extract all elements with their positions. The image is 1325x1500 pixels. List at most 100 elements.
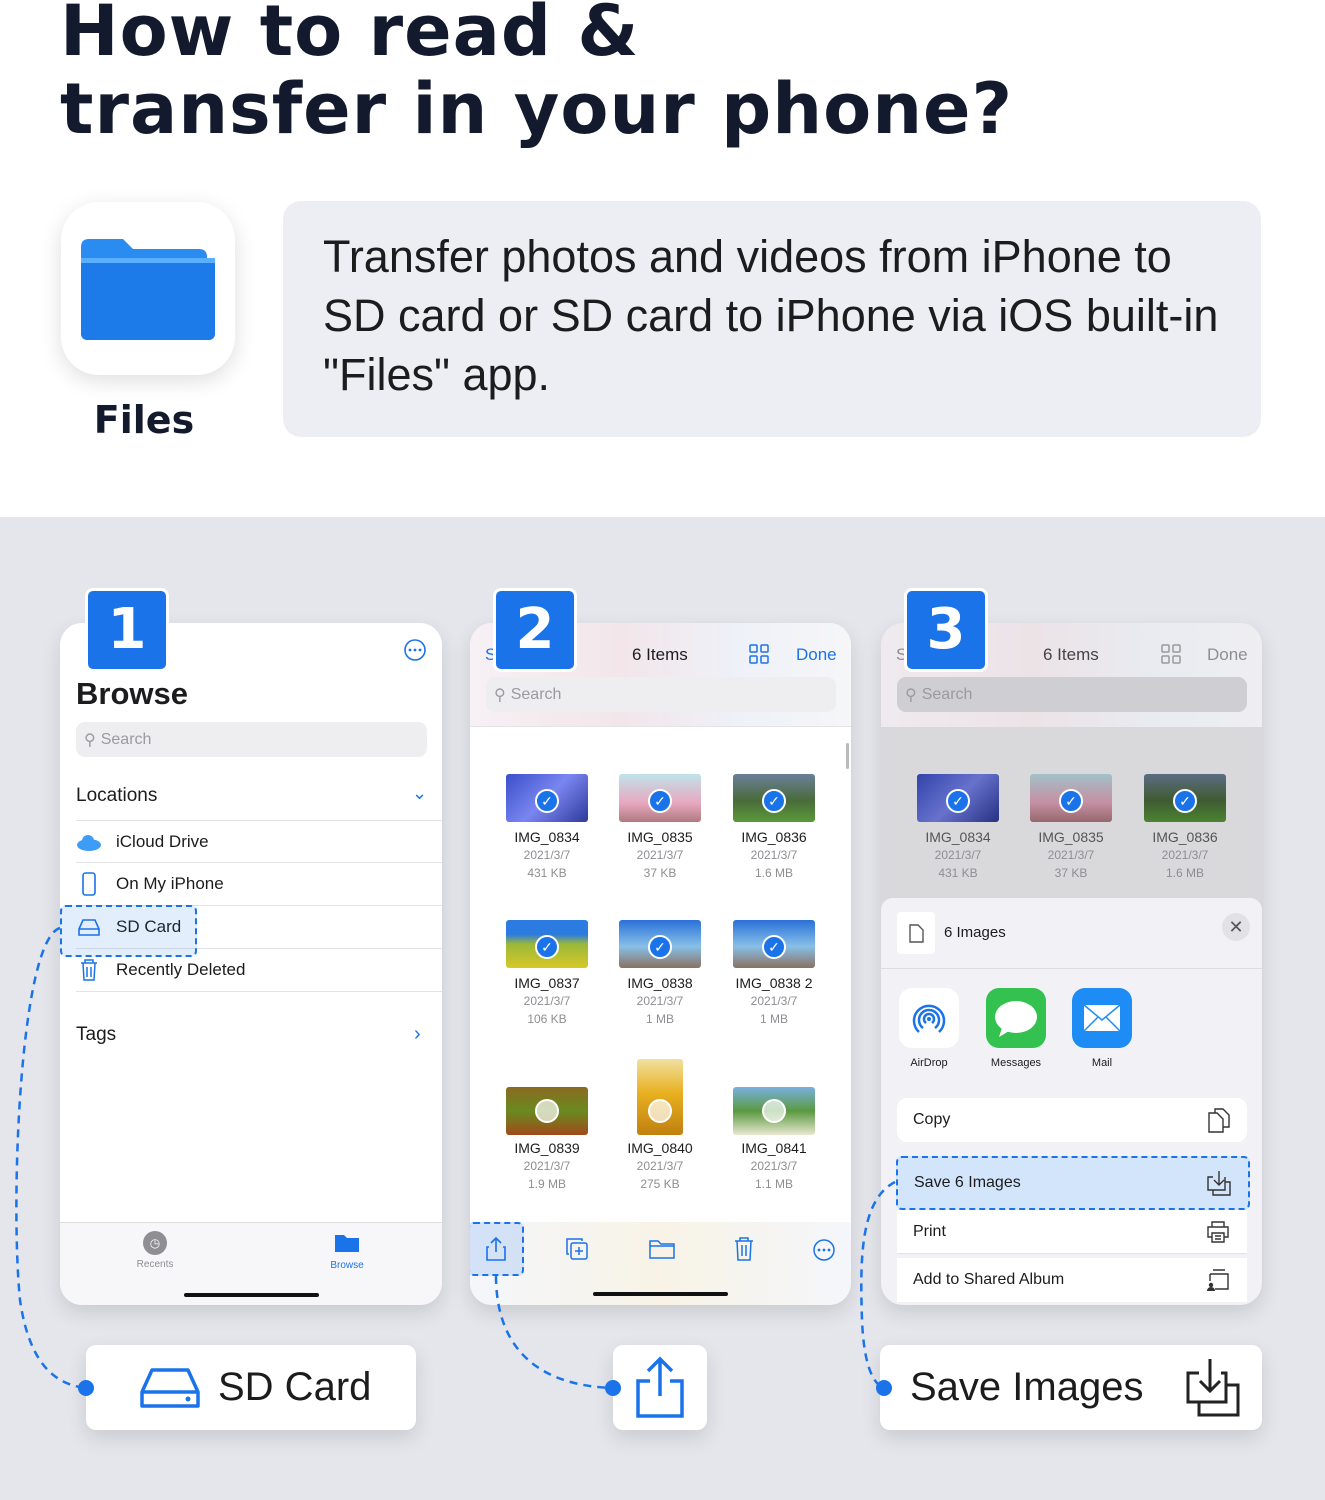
toolbar — [470, 1222, 851, 1305]
checkmark-icon[interactable]: ✓ — [946, 789, 970, 813]
drive-icon — [140, 1367, 200, 1408]
locations-header[interactable]: Locations — [76, 785, 157, 807]
file-name: IMG_0834 — [925, 829, 991, 845]
file-date: 2021/3/7 — [934, 848, 982, 862]
duplicate-icon[interactable] — [565, 1237, 589, 1261]
more-icon[interactable] — [403, 638, 427, 662]
folder-icon — [335, 1235, 359, 1252]
file-size: 1 MB — [645, 1012, 674, 1026]
checkmark-icon[interactable]: ✓ — [762, 789, 786, 813]
chevron-right-icon[interactable]: › — [414, 1023, 421, 1046]
sd-card-highlight — [60, 905, 197, 957]
file-date: 2021/3/7 — [1161, 848, 1209, 862]
step-badge-3: 3 — [904, 588, 988, 672]
file-size: 37 KB — [1054, 866, 1088, 880]
action-save-6-images[interactable]: Save 6 Images — [896, 1156, 1250, 1210]
search-icon: ⚲ — [494, 686, 506, 704]
file-size: 431 KB — [527, 866, 567, 880]
search-icon: ⚲ — [905, 686, 917, 704]
more-icon[interactable] — [812, 1238, 836, 1262]
file-caption: IMG_0835 2021/3/7 37 KB — [605, 828, 715, 882]
file-caption: IMG_0838 2021/3/7 1 MB — [605, 974, 715, 1028]
checkmark-icon[interactable]: ✓ — [1173, 789, 1197, 813]
file-name: IMG_0839 — [514, 1140, 580, 1156]
checkmark-icon[interactable]: ✓ — [535, 789, 559, 813]
document-icon — [897, 912, 935, 954]
selection-circle-icon[interactable] — [762, 1099, 786, 1123]
callout-save-images: Save Images — [880, 1345, 1262, 1430]
tab-bar: ◷ Recents Browse — [60, 1222, 442, 1305]
file-date: 2021/3/7 — [636, 848, 684, 862]
checkmark-icon[interactable]: ✓ — [648, 935, 672, 959]
share-app-messages[interactable]: Messages — [985, 988, 1047, 1069]
items-count: 6 Items — [1043, 645, 1099, 664]
done-button[interactable]: Done — [796, 645, 837, 665]
share-app-mail[interactable]: Mail — [1072, 988, 1132, 1069]
phone-step2: S 6 Items Done ⚲ Search ✓ IMG_0834 2021/3/7… — [470, 623, 851, 1305]
share-app-airdrop[interactable]: AirDrop — [899, 988, 959, 1069]
tags-header[interactable]: Tags — [76, 1024, 116, 1046]
location-on-my-iphone[interactable]: On My iPhone — [76, 863, 442, 906]
action-copy[interactable]: Copy — [897, 1098, 1247, 1142]
action-add-to-shared-album[interactable]: Add to Shared Album — [897, 1258, 1247, 1302]
checkmark-icon[interactable]: ✓ — [1059, 789, 1083, 813]
checkmark-icon[interactable]: ✓ — [762, 935, 786, 959]
file-caption: IMG_0836 2021/3/7 1.6 MB — [1130, 828, 1240, 882]
checkmark-icon[interactable]: ✓ — [648, 789, 672, 813]
file-size: 275 KB — [640, 1177, 680, 1191]
grid-icon — [1161, 644, 1181, 664]
location-icloud-drive[interactable]: iCloud Drive — [76, 820, 442, 863]
file-name: IMG_0840 — [627, 1140, 693, 1156]
file-name: IMG_0841 — [741, 1140, 807, 1156]
browse-title: Browse — [76, 676, 188, 711]
save-icon — [1186, 1358, 1240, 1416]
file-date: 2021/3/7 — [636, 994, 684, 1008]
file-size: 106 KB — [527, 1012, 567, 1026]
grid-icon[interactable] — [749, 644, 769, 664]
mail-icon — [1072, 988, 1132, 1048]
file-size: 1 MB — [759, 1012, 788, 1026]
file-date: 2021/3/7 — [750, 848, 798, 862]
airdrop-icon — [899, 988, 959, 1048]
share-icon — [636, 1356, 684, 1418]
description-box: Transfer photos and videos from iPhone t… — [283, 201, 1261, 437]
chevron-down-icon[interactable]: ⌄ — [412, 783, 427, 804]
callout-sd-card: SD Card — [86, 1345, 416, 1430]
messages-icon — [986, 988, 1046, 1048]
sheet-title: 6 Images — [944, 924, 1006, 941]
selection-circle-icon[interactable] — [648, 1099, 672, 1123]
file-size: 37 KB — [643, 866, 677, 880]
file-caption: IMG_0841 2021/3/7 1.1 MB — [719, 1139, 829, 1193]
share-sheet: 6 Images ✕ AirDrop Messages Mail Copy Sa… — [881, 898, 1262, 1305]
file-caption: IMG_0837 2021/3/7 106 KB — [492, 974, 602, 1028]
checkmark-icon[interactable]: ✓ — [535, 935, 559, 959]
close-icon[interactable]: ✕ — [1222, 913, 1250, 941]
tab-recents[interactable]: ◷ Recents — [130, 1231, 180, 1270]
file-name: IMG_0838 — [627, 975, 693, 991]
share-highlight — [470, 1222, 524, 1276]
file-date: 2021/3/7 — [1047, 848, 1095, 862]
file-date: 2021/3/7 — [523, 1159, 571, 1173]
file-thumbnail[interactable] — [637, 1059, 683, 1135]
copy-icon — [1208, 1108, 1230, 1133]
page-title: How to read & transfer in your phone? — [60, 0, 1014, 150]
scrollbar[interactable] — [846, 743, 849, 769]
file-name: IMG_0835 — [1038, 829, 1104, 845]
action-print[interactable]: Print — [897, 1210, 1247, 1254]
search-input[interactable]: ⚲ Search — [76, 722, 427, 757]
file-name: IMG_0836 — [1152, 829, 1218, 845]
folder-icon[interactable] — [649, 1238, 675, 1260]
search-input: ⚲ Search — [897, 677, 1247, 712]
phone-step3: S 6 Items Done ⚲ Search ✓ IMG_0834 2021/3/7… — [881, 623, 1262, 1305]
file-date: 2021/3/7 — [636, 1159, 684, 1173]
items-count: 6 Items — [632, 645, 688, 664]
search-input[interactable]: ⚲ Search — [486, 677, 836, 712]
file-caption: IMG_0835 2021/3/7 37 KB — [1016, 828, 1126, 882]
file-name: IMG_0834 — [514, 829, 580, 845]
file-caption: IMG_0834 2021/3/7 431 KB — [492, 828, 602, 882]
cloud-icon — [77, 834, 101, 851]
tab-browse[interactable]: Browse — [322, 1231, 372, 1271]
trash-icon[interactable] — [732, 1236, 756, 1262]
selection-circle-icon[interactable] — [535, 1099, 559, 1123]
step-badge-2: 2 — [493, 588, 577, 672]
